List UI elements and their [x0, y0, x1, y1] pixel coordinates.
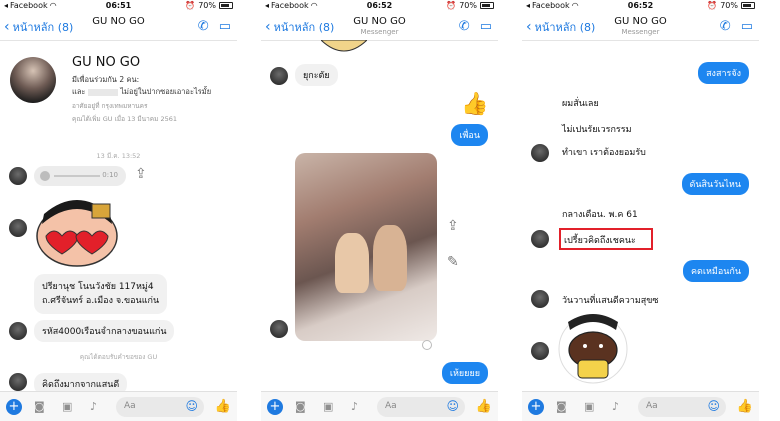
chat-screen-1: ◂ Facebook ◠ 06:51 ⏰ 70% ‹ หน้าหลัก (8) GU N… [0, 0, 237, 421]
timestamp: 13 มี.ค. 13:52 [96, 152, 141, 160]
message-bubble-sent[interactable]: คดเหมือนกัน [683, 260, 749, 282]
battery-icon [480, 2, 494, 9]
conversation-header: ‹ หน้าหลัก (8) GU NO GO Messenger ✆ ▭ [261, 13, 498, 41]
input-placeholder: Aa [385, 401, 397, 411]
battery-percent: 70% [720, 1, 738, 10]
message-text[interactable]: ทำเขา เราต้องยอมรับ [562, 145, 646, 159]
avatar[interactable] [531, 230, 549, 248]
share-icon[interactable]: ⇪ [447, 218, 459, 234]
share-icon[interactable]: ⇪ [135, 166, 147, 182]
message-bubble-sent[interactable]: เพื่อน [451, 124, 488, 146]
message-text[interactable]: ไม่เปนรัยเวรกรรม [562, 122, 632, 136]
photo-message[interactable] [295, 153, 437, 341]
message-input[interactable]: Aa ☺ [116, 397, 204, 417]
audio-duration: 0:10 [102, 171, 118, 179]
avatar[interactable] [270, 320, 288, 338]
message-text[interactable]: วันวานที่แสนดีความสุขซ [562, 293, 659, 307]
thumbs-up-icon[interactable]: 👍 [476, 399, 492, 414]
added-info-line: คุณได้เพิ่ม GU เมื่อ 13 มีนาคม 2561 [72, 115, 178, 123]
sticker-fragment [321, 40, 367, 52]
message-composer: + ◙ ▣ ♪ Aa ☺ 👍 [261, 391, 498, 421]
avatar[interactable] [9, 373, 27, 391]
avatar[interactable] [531, 144, 549, 162]
input-placeholder: Aa [124, 401, 136, 411]
message-composer: + ◙ ▣ ♪ Aa ☺ 👍 [522, 391, 759, 421]
voice-message[interactable]: 0:10 [34, 166, 126, 186]
video-camera-icon[interactable]: ▭ [219, 19, 231, 34]
phone-icon[interactable]: ✆ [459, 19, 470, 34]
video-camera-icon[interactable]: ▭ [741, 19, 753, 34]
video-camera-icon[interactable]: ▭ [480, 19, 492, 34]
heart-face-sticker [36, 200, 118, 267]
emoji-icon[interactable]: ☺ [707, 399, 720, 413]
message-bubble-sent[interactable]: เห้ยยยย [441, 362, 488, 384]
plus-icon[interactable]: + [267, 399, 283, 415]
phone-icon[interactable]: ✆ [720, 19, 731, 34]
battery-percent: 70% [198, 1, 216, 10]
redacted-name [87, 88, 118, 96]
bear-sticker [558, 314, 628, 384]
photo-icon[interactable]: ▣ [62, 400, 72, 413]
battery-icon [741, 2, 755, 9]
message-text[interactable]: กลางเดือน. พ.ค 61 [562, 207, 638, 221]
message-bubble[interactable]: ยุกะตัย [295, 64, 338, 86]
message-bubble-sent[interactable]: ดันสินวันไหน [681, 173, 749, 195]
message-bubble[interactable]: ปรียานุช โนนวังชัย 117หมู่4 ถ.ศรีจันทร์ … [34, 274, 168, 314]
message-composer: + ◙ ▣ ♪ Aa ☺ 👍 [0, 391, 237, 421]
plus-icon[interactable]: + [6, 399, 22, 415]
microphone-icon[interactable]: ♪ [90, 400, 97, 413]
emoji-icon[interactable]: ☺ [446, 399, 459, 413]
status-bar: ◂ Facebook ◠ 06:52 ⏰ 70% [261, 0, 498, 13]
camera-icon[interactable]: ◙ [295, 400, 306, 413]
avatar[interactable] [270, 67, 288, 85]
edit-pencil-icon[interactable]: ✎ [447, 254, 459, 270]
system-note: คุณได้ตอบรับคำขอของ GU [79, 353, 158, 361]
camera-icon[interactable]: ◙ [556, 400, 567, 413]
conversation-header: ‹ หน้าหลัก (8) GU NO GO ✆ ▭ [0, 13, 237, 41]
address-line-2: ถ.ศรีจันทร์ อ.เมือง จ.ขอนแก่น [42, 296, 160, 306]
address-line-1: ปรียานุช โนนวังชัย 117หมู่4 [42, 282, 154, 292]
thumbs-up-icon: 👍 [461, 92, 489, 117]
message-bubble[interactable]: รหัส4000เรือนจำกลางขอนแก่น [34, 320, 175, 342]
avatar[interactable] [9, 219, 27, 237]
plus-icon[interactable]: + [528, 399, 544, 415]
battery-percent: 70% [459, 1, 477, 10]
avatar[interactable] [531, 342, 549, 360]
audio-progress-bar [54, 175, 100, 177]
photo-icon[interactable]: ▣ [584, 400, 594, 413]
thumbs-up-icon[interactable]: 👍 [737, 399, 753, 414]
input-placeholder: Aa [646, 401, 658, 411]
alarm-icon: ⏰ [446, 1, 457, 10]
status-bar: ◂ Facebook ◠ 06:52 ⏰ 70% [522, 0, 759, 13]
seen-indicator [422, 340, 432, 350]
message-bubble-sent[interactable]: สงสารจัง [698, 62, 749, 84]
photo-icon[interactable]: ▣ [323, 400, 333, 413]
microphone-icon[interactable]: ♪ [612, 400, 619, 413]
camera-icon[interactable]: ◙ [34, 400, 45, 413]
message-input[interactable]: Aa ☺ [638, 397, 726, 417]
message-text-highlighted[interactable]: เปรี้ยวคิดถึงเชคนะ [564, 233, 636, 247]
emoji-icon[interactable]: ☺ [185, 399, 198, 413]
conversation-header: ‹ หน้าหลัก (8) GU NO GO Messenger ✆ ▭ [522, 13, 759, 41]
alarm-icon: ⏰ [707, 1, 718, 10]
chat-screen-3: ◂ Facebook ◠ 06:52 ⏰ 70% ‹ หน้าหลัก (8) GU N… [522, 0, 759, 421]
message-input[interactable]: Aa ☺ [377, 397, 465, 417]
microphone-icon[interactable]: ♪ [351, 400, 358, 413]
alarm-icon: ⏰ [185, 1, 196, 10]
avatar[interactable] [531, 290, 549, 308]
thumbs-up-icon[interactable]: 👍 [215, 399, 231, 414]
chat-screen-2: ◂ Facebook ◠ 06:52 ⏰ 70% ‹ หน้าหลัก (8) GU N… [261, 0, 498, 421]
message-text[interactable]: ผมสั่นเลย [562, 96, 599, 110]
mutual-friends-names: และ ไม่อยู่ในปากซอยเอาอะไรมั้ย [72, 87, 212, 96]
location-line: อาศัยอยู่ที่ กรุงเทพมหานคร [72, 102, 148, 110]
mutual-friends-line: มีเพื่อนร่วมกัน 2 คน: [72, 75, 140, 84]
avatar[interactable] [9, 167, 27, 185]
battery-icon [219, 2, 233, 9]
status-bar: ◂ Facebook ◠ 06:51 ⏰ 70% [0, 0, 237, 13]
profile-name: GU NO GO [72, 55, 141, 70]
play-icon[interactable] [40, 171, 50, 181]
phone-icon[interactable]: ✆ [198, 19, 209, 34]
avatar[interactable] [9, 322, 27, 340]
profile-photo[interactable] [10, 57, 56, 103]
